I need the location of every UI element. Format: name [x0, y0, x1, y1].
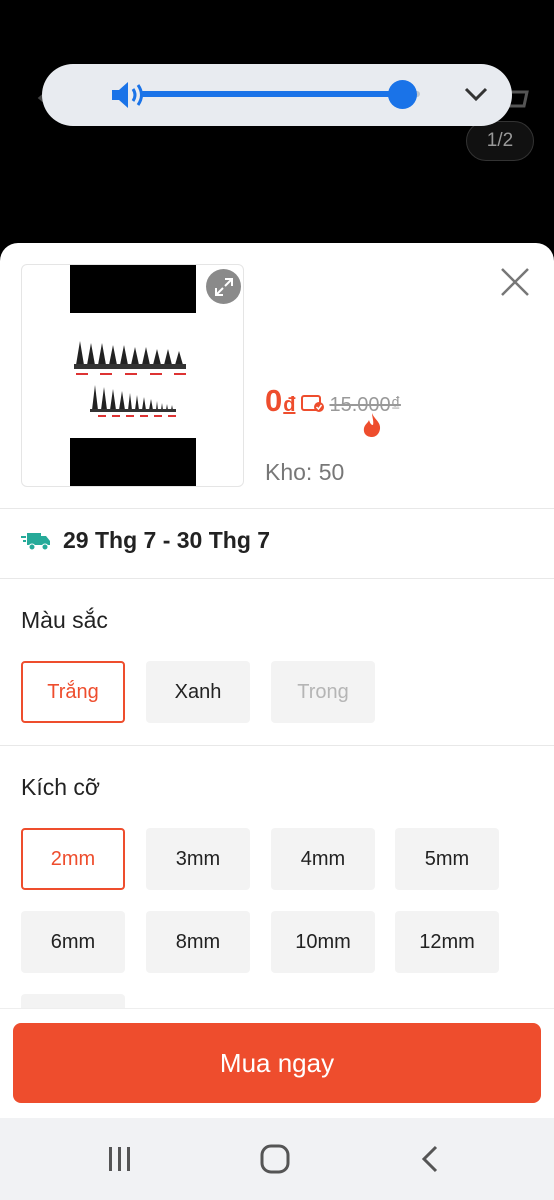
product-image [70, 265, 196, 486]
size-option-8mm[interactable]: 8mm [146, 911, 250, 973]
current-price: 0 [265, 383, 283, 418]
system-navigation-bar [0, 1118, 554, 1200]
size-section-title: Kích cỡ [21, 774, 100, 800]
fire-icon [363, 413, 381, 437]
delivery-truck-icon [21, 532, 50, 550]
color-section-title: Màu sắc [21, 607, 108, 633]
size-option-10mm[interactable]: 10mm [271, 911, 375, 973]
price-currency: đ [283, 394, 296, 416]
size-option-2mm[interactable]: 2mm [21, 828, 125, 890]
size-option-3mm[interactable]: 3mm [146, 828, 250, 890]
shipping-info: 29 Thg 7 - 30 Thg 7 [21, 527, 270, 554]
recent-apps-button[interactable] [95, 1134, 145, 1184]
volume-slider-track[interactable] [140, 91, 402, 97]
home-button[interactable] [250, 1134, 300, 1184]
product-thumbnail[interactable] [21, 264, 244, 487]
variant-selection-sheet: 0 đ 15.000₫ Kho: 50 29 Thg 7 - 30 Thg 7 … [0, 243, 554, 1118]
divider [0, 745, 554, 746]
back-icon [421, 1145, 438, 1173]
expand-image-button[interactable] [206, 269, 241, 304]
color-option-xanh[interactable]: Xanh [146, 661, 250, 723]
expand-icon [214, 277, 233, 296]
divider [0, 578, 554, 579]
voucher-icon [301, 395, 325, 412]
stock-label: Kho: 50 [265, 459, 345, 485]
size-option-5mm[interactable]: 5mm [395, 828, 499, 890]
buy-now-button[interactable]: Mua ngay [13, 1023, 541, 1103]
back-button[interactable] [405, 1134, 455, 1184]
size-option-12mm[interactable]: 12mm [395, 911, 499, 973]
close-icon[interactable] [498, 265, 532, 299]
chevron-down-icon[interactable] [462, 82, 490, 106]
volume-slider-thumb[interactable] [388, 80, 417, 109]
home-icon [260, 1144, 290, 1174]
image-counter: 1/2 [466, 121, 534, 161]
size-option-4mm[interactable]: 4mm [271, 828, 375, 890]
divider [0, 508, 554, 509]
color-option-trong[interactable]: Trong [271, 661, 375, 723]
delivery-date: 29 Thg 7 - 30 Thg 7 [63, 527, 271, 553]
color-option-trang[interactable]: Trắng [21, 661, 125, 723]
size-option-6mm[interactable]: 6mm [21, 911, 125, 973]
recent-apps-icon [109, 1147, 130, 1171]
